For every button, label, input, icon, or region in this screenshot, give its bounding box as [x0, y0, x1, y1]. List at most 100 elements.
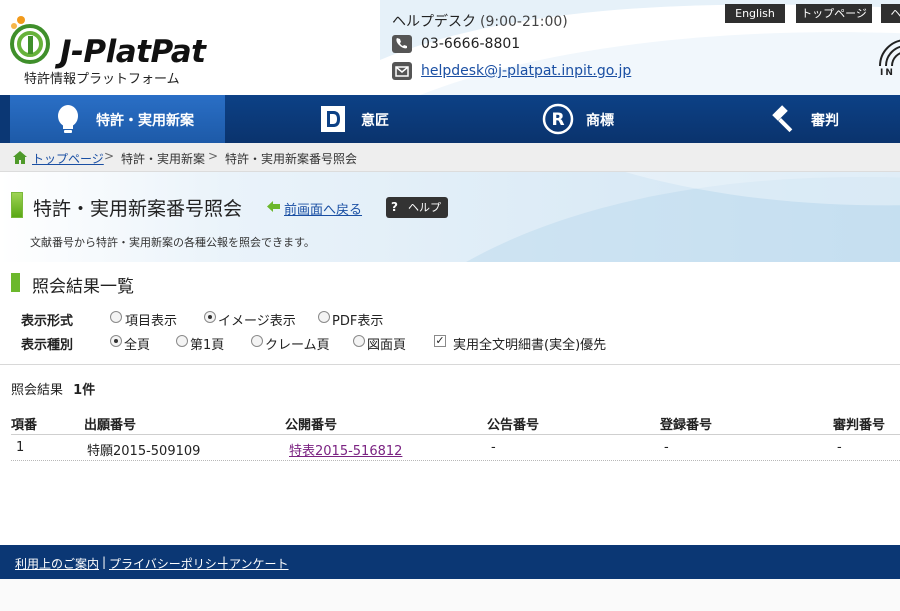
radio-pdf-display-label[interactable]: PDF表示: [332, 310, 383, 329]
helpdesk-info: ヘルプデスク (9:00-21:00) 03-6666-8801 helpdesk…: [392, 11, 722, 85]
checkbox-full-text-priority[interactable]: ✓: [434, 335, 446, 347]
nav-tab-design-label: 意匠: [361, 113, 389, 129]
radio-item-display-label[interactable]: 項目表示: [125, 310, 177, 329]
nav-tab-design[interactable]: 意匠: [225, 95, 450, 143]
radio-claim-page-label[interactable]: クレーム頁: [265, 334, 330, 353]
back-arrow-icon: [267, 201, 280, 212]
breadcrumb: トップページ > 特許・実用新案 > 特許・実用新案番号照会: [0, 143, 900, 172]
footer-separator: |: [222, 555, 227, 569]
mail-icon: [392, 62, 412, 80]
radio-all-pages[interactable]: [110, 335, 122, 347]
logo-subtitle: 特許情報プラットフォーム: [24, 72, 180, 87]
page-title: 特許・実用新案番号照会: [33, 198, 243, 220]
cell-item-number: 1: [16, 440, 25, 455]
helpdesk-email-link[interactable]: helpdesk@j-platpat.inpit.go.jp: [421, 63, 631, 79]
helpdesk-title: ヘルプデスク (9:00-21:00): [392, 11, 722, 31]
column-header: 出願番号: [84, 418, 137, 433]
design-d-icon: [321, 106, 345, 132]
breadcrumb-separator: >: [208, 149, 219, 163]
title-band-decoration: [466, 172, 900, 262]
helpdesk-phone: 03-6666-8801: [421, 36, 521, 52]
phone-icon: [392, 35, 412, 53]
section-title-marker: [11, 273, 20, 292]
inpit-logo[interactable]: IN: [876, 36, 900, 86]
display-format-label: 表示形式: [21, 314, 74, 329]
title-marker: [11, 192, 23, 218]
display-type-label: 表示種別: [21, 338, 74, 353]
breadcrumb-top-page-link[interactable]: トップページ: [32, 150, 104, 167]
cell-examined-number: -: [491, 440, 496, 455]
inpit-arc-icon: [879, 39, 900, 67]
home-icon: [13, 151, 27, 164]
help-question-icon: ?: [391, 200, 398, 214]
result-count-label: 照会結果: [11, 383, 64, 398]
radio-item-display[interactable]: [110, 311, 122, 323]
english-link[interactable]: English: [725, 4, 785, 23]
trademark-r-icon: R: [542, 103, 574, 135]
cell-registration-number: -: [664, 440, 669, 455]
column-header: 審判番号: [833, 418, 886, 433]
column-header: 項番: [11, 418, 38, 433]
nav-tab-trademark[interactable]: R 商標: [450, 95, 675, 143]
cell-appeal-number: -: [837, 440, 842, 455]
radio-pdf-display[interactable]: [318, 311, 330, 323]
back-link[interactable]: 前画面へ戻る: [284, 199, 362, 218]
radio-image-display-label[interactable]: イメージ表示: [218, 310, 296, 329]
inpit-logo-text: IN: [880, 68, 895, 78]
page-bottom-area: [0, 579, 900, 611]
lightbulb-icon: [58, 105, 78, 133]
nav-tab-appeal-label: 審判: [811, 113, 839, 129]
footer-usage-guide-link[interactable]: 利用上のご案内: [15, 555, 99, 572]
helpdesk-label: ヘルプデスク: [392, 14, 476, 30]
checkbox-full-text-priority-label[interactable]: 実用全文明細書(実全)優先: [453, 334, 606, 353]
breadcrumb-separator: >: [104, 149, 115, 163]
radio-first-page-label[interactable]: 第1頁: [190, 334, 224, 353]
footer-survey-link[interactable]: アンケート: [229, 555, 289, 572]
svg-text:R: R: [551, 110, 564, 130]
table-header: 項番 出願番号 公開番号 公告番号 登録番号 審判番号: [11, 410, 900, 435]
table-row: 1 特願2015-509109 特表2015-516812 - - -: [11, 436, 900, 461]
helpdesk-hours: (9:00-21:00): [480, 14, 568, 30]
site-header: J-PlatPat 特許情報プラットフォーム ヘルプデスク (9:00-21:00…: [0, 0, 900, 95]
helpdesk-email-row: helpdesk@j-platpat.inpit.go.jp: [392, 61, 722, 85]
page-description: 文献番号から特許・実用新案の各種公報を照会できます。: [30, 236, 315, 249]
nav-tab-patent-label: 特許・実用新案: [96, 113, 194, 129]
breadcrumb-patent: 特許・実用新案: [121, 152, 206, 166]
radio-all-pages-label[interactable]: 全頁: [124, 334, 150, 353]
column-header: 公開番号: [285, 418, 338, 433]
radio-claim-page[interactable]: [251, 335, 263, 347]
display-format-row: 表示形式 項目表示 イメージ表示 PDF表示: [21, 308, 621, 329]
logo-spiral-icon: [10, 16, 50, 64]
radio-drawing-page[interactable]: [353, 335, 365, 347]
helpdesk-phone-row: 03-6666-8801: [392, 34, 722, 58]
section-divider: [0, 364, 900, 365]
nav-tab-patent[interactable]: 特許・実用新案: [0, 95, 225, 143]
site-footer: 利用上のご案内 | プライバシーポリシー | アンケート: [0, 545, 900, 579]
help-button-label: ヘルプ: [408, 201, 441, 214]
result-count: 照会結果 1件: [11, 379, 95, 398]
cell-publication-number: 特表2015-516812: [289, 440, 402, 459]
breadcrumb-current: 特許・実用新案番号照会: [225, 152, 358, 166]
footer-privacy-policy-link[interactable]: プライバシーポリシー: [109, 555, 229, 572]
jplatpat-logo[interactable]: J-PlatPat 特許情報プラットフォーム: [8, 14, 268, 89]
radio-first-page[interactable]: [176, 335, 188, 347]
result-count-value: 1件: [73, 383, 96, 398]
publication-number-link[interactable]: 特表2015-516812: [289, 444, 402, 459]
nav-tab-appeal[interactable]: 審判: [675, 95, 900, 143]
page-title-band: 特許・実用新案番号照会 前画面へ戻る ? ヘルプ 文献番号から特許・実用新案の各…: [0, 172, 900, 262]
radio-image-display[interactable]: [204, 311, 216, 323]
main-navigation: 特許・実用新案 意匠 R 商標 審判: [0, 95, 900, 143]
gavel-icon: [772, 105, 793, 133]
footer-separator: |: [102, 555, 107, 569]
section-title: 照会結果一覧: [32, 277, 134, 297]
help-top-link[interactable]: ヘ: [881, 4, 900, 23]
help-button[interactable]: ? ヘルプ: [386, 197, 448, 218]
cell-application-number: 特願2015-509109: [87, 444, 201, 459]
top-page-link[interactable]: トップページ: [796, 4, 872, 23]
radio-drawing-page-label[interactable]: 図面頁: [367, 334, 406, 353]
nav-tab-trademark-label: 商標: [586, 113, 614, 129]
column-header: 登録番号: [660, 418, 713, 433]
display-type-row: 表示種別 全頁 第1頁 クレーム頁 図面頁 ✓ 実用全文明細書(実全)優先: [21, 332, 661, 353]
logo-text: J-PlatPat: [60, 34, 206, 70]
column-header: 公告番号: [487, 418, 540, 433]
